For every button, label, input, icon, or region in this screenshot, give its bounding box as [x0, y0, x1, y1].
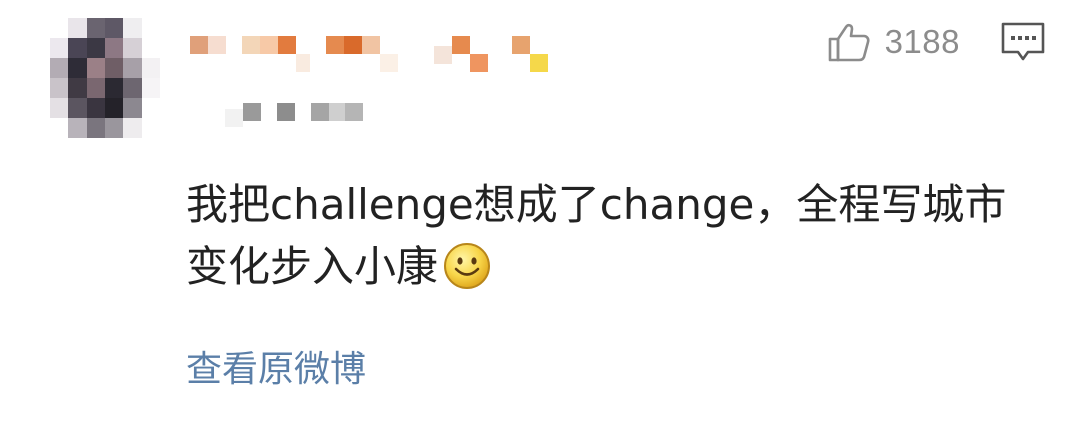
- comment-text: 我把challenge想成了change，全程写城市变化步入小康: [186, 180, 1007, 291]
- comment-bubble-icon: [1001, 22, 1045, 61]
- username-masked[interactable]: [190, 32, 548, 72]
- reply-button[interactable]: [1000, 20, 1046, 64]
- smiley-face-icon: [444, 243, 491, 289]
- comment-actions: 3188: [827, 20, 1046, 64]
- view-original-link[interactable]: 查看原微博: [186, 340, 366, 392]
- comment-body: 我把challenge想成了change，全程写城市变化步入小康: [186, 174, 1046, 298]
- thumbs-up-icon: [828, 23, 870, 62]
- like-button[interactable]: 3188: [827, 20, 960, 64]
- comment-card: 3188 我把challenge想成了change，全程写城市变化步入小康 查看…: [0, 0, 1080, 446]
- like-count: 3188: [884, 23, 960, 60]
- avatar[interactable]: [50, 18, 160, 138]
- comment-meta-masked: [225, 103, 363, 127]
